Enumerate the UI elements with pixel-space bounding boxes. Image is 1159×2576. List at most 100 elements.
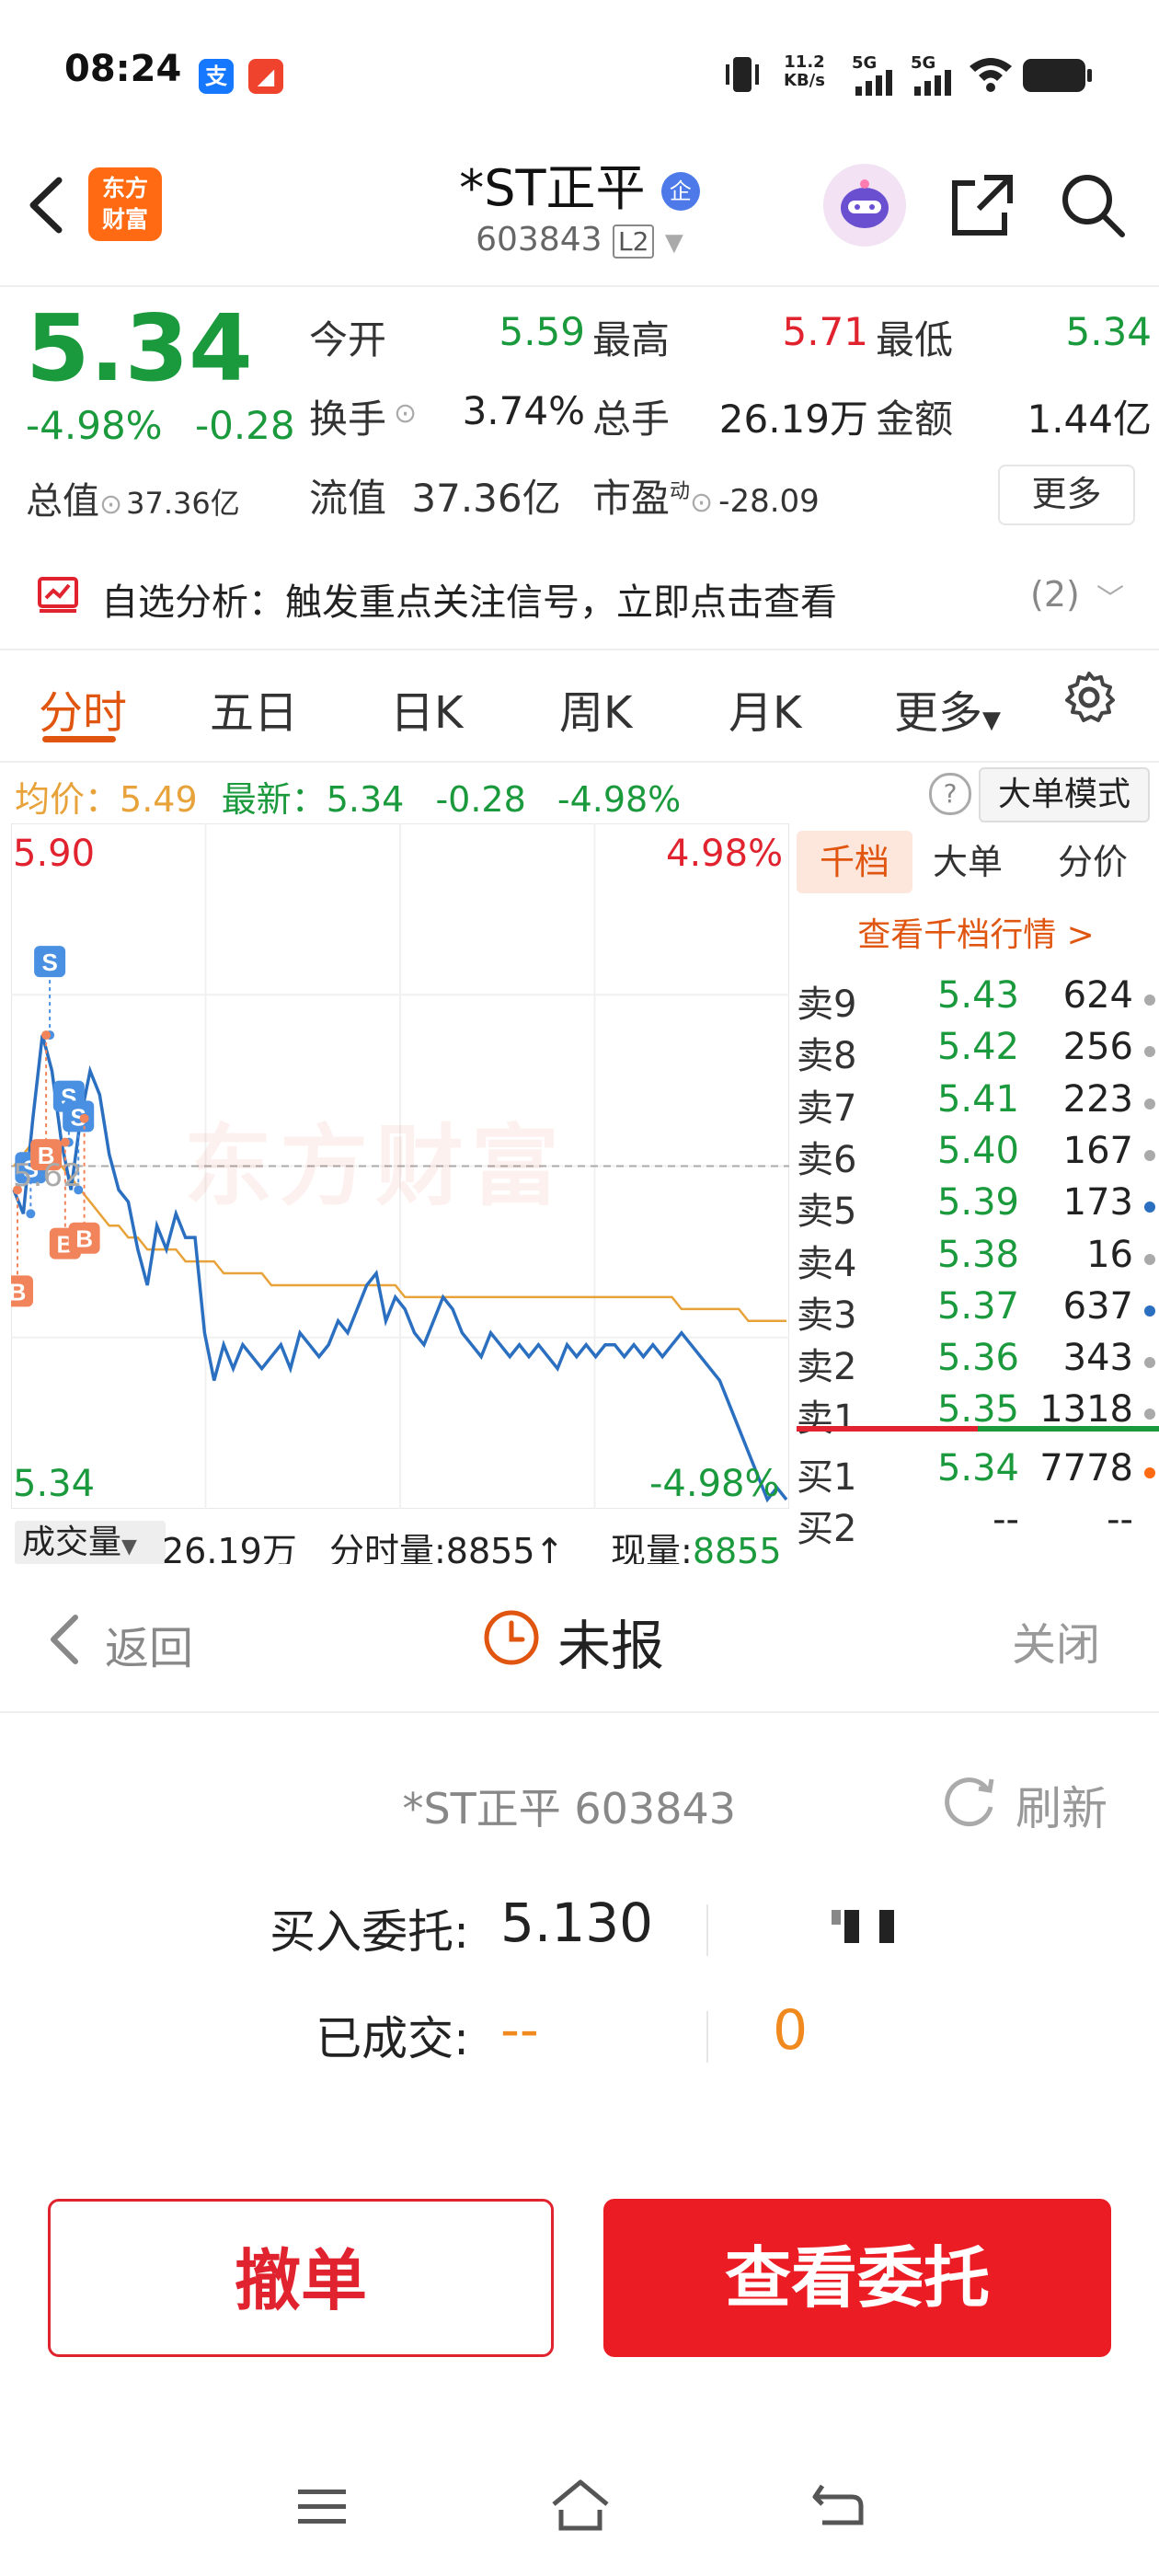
float-value-row: 流值 37.36亿: [309, 467, 561, 523]
ask-volume: 343: [1062, 1337, 1133, 1380]
tab-monthly-k[interactable]: 月K: [729, 676, 801, 741]
search-icon[interactable]: [1058, 170, 1128, 240]
chart-trend-icon: [38, 577, 78, 613]
signal-label: S: [41, 949, 57, 976]
ask-level: 卖7: [797, 1087, 857, 1130]
column-divider: [706, 2011, 708, 2063]
ask-level: 卖6: [797, 1138, 857, 1181]
bid-row[interactable]: 买2 -- --: [793, 1499, 1159, 1550]
view-orders-button[interactable]: 查看委托: [603, 2199, 1111, 2357]
signal-dot: [79, 1113, 89, 1123]
order-dot-icon: [1144, 1467, 1155, 1478]
latest-pct: -4.98%: [557, 779, 682, 820]
more-quote-button[interactable]: 更多: [998, 465, 1135, 525]
tab-thousand-level[interactable]: 千档: [797, 831, 912, 893]
analysis-banner[interactable]: 自选分析：触发重点关注信号，立即点击查看 (2) ﹀: [0, 548, 1159, 640]
net-speed-value: 11.2: [784, 52, 825, 72]
quote-value: 5.34: [1065, 309, 1152, 354]
ask-row[interactable]: 卖1 5.35 1318: [793, 1388, 1159, 1440]
cancel-order-button[interactable]: 撤单: [48, 2199, 554, 2357]
watermark: 东方财富: [184, 1115, 567, 1218]
share-icon[interactable]: [947, 170, 1017, 240]
signal-dot: [60, 1137, 70, 1147]
signal-dot: [26, 1209, 36, 1219]
ask-level: 卖2: [797, 1346, 857, 1389]
ask-row[interactable]: 卖9 5.43 624: [793, 974, 1159, 1026]
view-thousand-level-link[interactable]: 查看千档行情 >: [793, 908, 1159, 956]
change-pct: -4.98%: [26, 403, 163, 448]
tab-more-label: 更多: [894, 687, 983, 739]
tab-five-day[interactable]: 五日: [210, 676, 298, 741]
ask-price: 5.39: [936, 1181, 1019, 1225]
ai-robot-avatar[interactable]: [823, 164, 906, 247]
total-value-row[interactable]: 总值⊙ 37.36亿: [26, 471, 240, 524]
quote-value: 26.19万: [718, 397, 868, 442]
filled-quantity: 0: [773, 1998, 809, 2063]
big-order-mode-button[interactable]: 大单模式: [979, 767, 1150, 822]
ask-price: 5.35: [936, 1388, 1019, 1432]
ask-row[interactable]: 卖4 5.38 16: [793, 1234, 1159, 1285]
ask-level: 卖8: [797, 1035, 857, 1078]
quote-value: 3.74%: [462, 388, 585, 433]
ask-volume: 16: [1086, 1233, 1133, 1276]
ask-row[interactable]: 卖6 5.40 167: [793, 1130, 1159, 1181]
y-max-label: 5.90: [13, 833, 96, 875]
volume-selector[interactable]: 成交量▼: [15, 1521, 166, 1565]
back-label: 返回: [105, 1623, 194, 1674]
pct-max-label: 4.98%: [666, 833, 784, 875]
tab-price-distribution[interactable]: 分价: [1058, 831, 1128, 893]
level-badge: L2: [613, 224, 655, 259]
book-divider: [797, 1426, 1159, 1432]
pe-value: -28.09: [718, 483, 820, 520]
tab-weekly-k[interactable]: 周K: [559, 676, 632, 741]
ask-row[interactable]: 卖5 5.39 173: [793, 1181, 1159, 1233]
back-nav-icon[interactable]: [809, 2480, 865, 2530]
home-icon[interactable]: [548, 2477, 613, 2534]
signal-icon-sim1: 5G: [848, 53, 903, 98]
ask-price: 5.40: [936, 1129, 1019, 1172]
ask-price: 5.42: [936, 1026, 1019, 1069]
ask-row[interactable]: 卖2 5.36 343: [793, 1337, 1159, 1388]
clock-icon: [482, 1608, 541, 1667]
close-button[interactable]: 关闭: [1012, 1608, 1100, 1673]
volume-label: 成交量: [22, 1524, 122, 1561]
total-value-label: 总值: [26, 480, 99, 523]
buy-order-price: 5.130: [500, 1892, 654, 1954]
ask-row[interactable]: 卖7 5.41 223: [793, 1078, 1159, 1130]
gear-icon[interactable]: [1061, 670, 1117, 725]
pe-dynamic-sup: 动: [670, 480, 691, 503]
menu-icon[interactable]: [294, 2484, 350, 2530]
ask-row[interactable]: 卖3 5.37 637: [793, 1285, 1159, 1337]
bid-row[interactable]: 买1 5.34 7778: [793, 1447, 1159, 1499]
float-value-label: 流值: [309, 476, 387, 521]
tab-more[interactable]: 更多▼: [894, 676, 1001, 741]
net-speed: 11.2 KB/s: [784, 53, 825, 90]
ask-volume: 223: [1062, 1077, 1133, 1121]
ask-volume: 167: [1062, 1129, 1133, 1172]
order-status-panel: [0, 1564, 1159, 2576]
tab-intraday[interactable]: 分时: [39, 676, 127, 741]
bid-price: 5.34: [936, 1447, 1019, 1489]
clock: 08:24: [64, 48, 182, 90]
column-divider: [706, 1904, 708, 1956]
active-tab-indicator: [42, 736, 116, 742]
tab-big-orders[interactable]: 大单: [933, 831, 1003, 893]
bid-price: --: [993, 1499, 1019, 1541]
ask-row[interactable]: 卖8 5.42 256: [793, 1026, 1159, 1077]
help-icon[interactable]: ?: [929, 773, 971, 815]
net-speed-unit: KB/s: [784, 71, 825, 90]
order-dot-icon: [1144, 1305, 1155, 1317]
pe-row[interactable]: 市盈动⊙ -28.09: [592, 467, 820, 523]
order-dot-icon: [1144, 1046, 1155, 1058]
signal-dot: [41, 1030, 52, 1041]
analysis-count: (2): [1030, 574, 1080, 615]
total-value: 37.36亿: [126, 486, 240, 521]
tab-daily-k[interactable]: 日K: [390, 676, 463, 741]
ask-level: 卖5: [797, 1190, 857, 1234]
ask-price: 5.41: [936, 1077, 1019, 1121]
order-dot-icon: [1144, 1253, 1155, 1265]
quote-value: 1.44亿: [1027, 397, 1152, 442]
order-dot-icon: [1144, 1098, 1155, 1110]
info-circle-icon: ⊙: [690, 487, 714, 519]
y-min-label: 5.34: [13, 1463, 96, 1505]
